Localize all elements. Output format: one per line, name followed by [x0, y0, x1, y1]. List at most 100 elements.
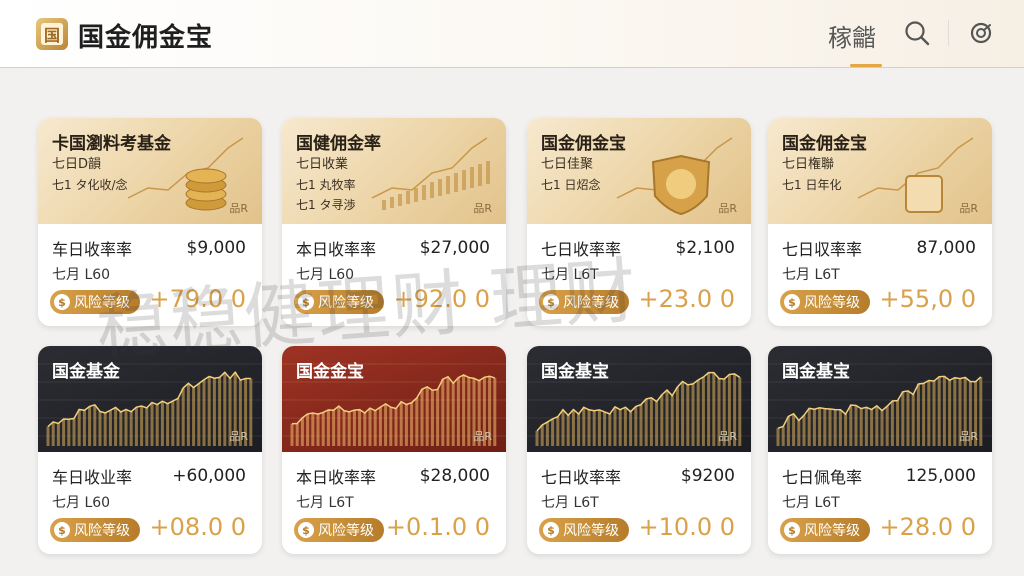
card-banner-title: 国金金宝 — [296, 362, 364, 382]
amount-value: $27,000 — [419, 238, 490, 258]
yield-label: 本日收率率 — [296, 468, 377, 487]
dollar-coin-icon: $ — [784, 522, 800, 538]
amount-value: $9,000 — [186, 238, 246, 258]
card-banner-mark: 品R — [473, 202, 492, 215]
card-banner-subtitle: 七日権聯 — [782, 157, 835, 172]
card-banner-title: 国金基宝 — [541, 362, 609, 382]
card-banner-title: 国金佣金宝 — [782, 134, 867, 154]
target-icon[interactable] — [966, 18, 996, 48]
period-label: 七月 L6T — [782, 267, 840, 283]
dollar-coin-icon: $ — [298, 294, 314, 310]
logo-glyph: 国 — [41, 23, 63, 45]
change-value: +28.0 0 — [879, 513, 976, 541]
change-value: +08.0 0 — [149, 513, 246, 541]
card-banner-subtitle: 七1 丸牧率 — [296, 178, 356, 192]
card-banner-subtitle: 七日收業 — [296, 157, 349, 172]
period-label: 七月 L60 — [296, 267, 355, 283]
product-card[interactable]: 国金基宝品R 七日佩龟率 125,000 七月 L6T $ 风险等级 +28.0 0 — [768, 346, 992, 554]
change-value: +0.1.0 0 — [385, 513, 490, 541]
risk-level-label: 风险等级 — [563, 295, 619, 311]
dollar-coin-icon: $ — [298, 522, 314, 538]
product-card[interactable]: 国健佣金率七日收業七1 丸牧率 七1 タ寻渉 品R 本日收率率 $27,000 七月 L6… — [282, 118, 506, 326]
header-divider — [948, 20, 949, 46]
period-label: 七月 L6T — [541, 267, 599, 283]
risk-level-label: 风险等级 — [74, 295, 130, 311]
card-banner-subtitle: 七1 日年化 — [782, 178, 842, 192]
change-value: +79.0 0 — [149, 285, 246, 313]
card-banner: 国金金宝品R — [282, 346, 506, 452]
amount-value: $28,000 — [419, 466, 490, 486]
card-banner-title: 国健佣金率 — [296, 134, 381, 154]
change-value: +92.0 0 — [393, 285, 490, 313]
period-label: 七月 L6T — [541, 495, 599, 511]
period-label: 七月 L6T — [782, 495, 840, 511]
risk-level-label: 风险等级 — [563, 523, 619, 539]
app-title: 国金佣金宝 — [78, 23, 214, 53]
risk-level-button[interactable]: $ 风险等级 — [294, 290, 384, 314]
app-logo[interactable]: 国 — [36, 18, 68, 50]
card-banner-subtitle: 七日佳聚 — [541, 157, 594, 172]
dollar-coin-icon: $ — [784, 294, 800, 310]
card-banner: 国金基金 品R — [38, 346, 262, 452]
bottom-edge — [0, 566, 1024, 576]
card-banner-title: 国金基宝 — [782, 362, 850, 382]
yield-label: 本日收率率 — [296, 240, 377, 259]
card-banner: 国健佣金率七日收業七1 丸牧率 七1 タ寻渉 品R — [282, 118, 506, 224]
product-card[interactable]: 国金基金 品R 车日收业率 +60,000 七月 L60 $ 风险等级 +08.0 0 — [38, 346, 262, 554]
product-card[interactable]: 国金佣金宝 七日権聯 七1 日年化 品R 七日収率率 87,000 七月 L6T $ 风险等级 +… — [768, 118, 992, 326]
risk-level-button[interactable]: $ 风险等级 — [780, 290, 870, 314]
change-value: +55,0 0 — [879, 285, 976, 313]
product-card[interactable]: 国金金宝 品R 本日收率率 $28,000 七月 L6T $ 风险等级 +0.1.0 0 — [282, 346, 506, 554]
period-label: 七月 L60 — [52, 495, 111, 511]
risk-level-label: 风险等级 — [804, 295, 860, 311]
card-banner-mark: 品R — [229, 202, 248, 215]
yield-label: 七日收率率 — [541, 240, 622, 259]
card-banner: 国金基宝品R — [768, 346, 992, 452]
risk-level-button[interactable]: $ 风险等级 — [780, 518, 870, 542]
risk-level-label: 风险等级 — [804, 523, 860, 539]
yield-label: 七日收率率 — [541, 468, 622, 487]
change-value: +10.0 0 — [638, 513, 735, 541]
risk-level-button[interactable]: $ 风险等级 — [294, 518, 384, 542]
card-banner-mark: 品R — [959, 202, 978, 215]
card-banner-mark: 品R — [959, 430, 978, 443]
risk-level-label: 风险等级 — [74, 523, 130, 539]
risk-level-label: 风险等级 — [318, 295, 374, 311]
card-banner: 国金佣金宝七日権聯七1 日年化品R — [768, 118, 992, 224]
period-label: 七月 L60 — [52, 267, 111, 283]
risk-level-button[interactable]: $ 风险等级 — [539, 518, 629, 542]
dollar-coin-icon: $ — [54, 294, 70, 310]
risk-level-button[interactable]: $ 风险等级 — [50, 518, 140, 542]
dollar-coin-icon: $ — [54, 522, 70, 538]
card-banner-title: 国金佣金宝 — [541, 134, 626, 154]
yield-label: 七日収率率 — [782, 240, 863, 259]
card-banner: 国金佣金宝 七日佳聚 七1 日炤念 品R — [527, 118, 751, 224]
top-bar: 国 国金佣金宝 稼龤 — [0, 0, 1024, 68]
period-label: 七月 L6T — [296, 495, 354, 511]
amount-value: $9200 — [680, 466, 735, 486]
card-banner-subtitle: 七日D韻 — [52, 157, 102, 172]
card-banner-mark: 品R — [229, 430, 248, 443]
product-card[interactable]: 卡国瀏料考基金七日D韻七1 タ化收/念品R 车日收率率 $9,000 七月 L60 $ 风… — [38, 118, 262, 326]
nav-tab[interactable]: 稼龤 — [828, 18, 876, 53]
card-banner: 国金基宝品R — [527, 346, 751, 452]
card-banner-mark: 品R — [473, 430, 492, 443]
card-banner-subtitle: 七1 タ化收/念 — [52, 178, 128, 192]
risk-level-button[interactable]: $ 风险等级 — [50, 290, 140, 314]
dollar-coin-icon: $ — [543, 522, 559, 538]
search-icon[interactable] — [902, 18, 932, 48]
card-banner-subtitle: 七1 タ寻渉 — [296, 198, 356, 212]
product-card[interactable]: 国金基宝品R 七日收率率 $9200 七月 L6T $ 风险等级 +10.0 0 — [527, 346, 751, 554]
amount-value: 125,000 — [905, 466, 976, 486]
card-banner-mark: 品R — [718, 430, 737, 443]
yield-label: 车日收业率 — [52, 468, 133, 487]
product-card[interactable]: 国金佣金宝 七日佳聚 七1 日炤念 品R 七日收率率 $2,100 七月 L6T $ 风险等级 +… — [527, 118, 751, 326]
yield-label: 七日佩龟率 — [782, 468, 863, 487]
risk-level-button[interactable]: $ 风险等级 — [539, 290, 629, 314]
amount-value: $2,100 — [675, 238, 735, 258]
card-banner-mark: 品R — [718, 202, 737, 215]
yield-label: 车日收率率 — [52, 240, 133, 259]
amount-value: +60,000 — [172, 466, 246, 486]
card-banner-title: 卡国瀏料考基金 — [52, 134, 171, 154]
risk-level-label: 风险等级 — [318, 523, 374, 539]
